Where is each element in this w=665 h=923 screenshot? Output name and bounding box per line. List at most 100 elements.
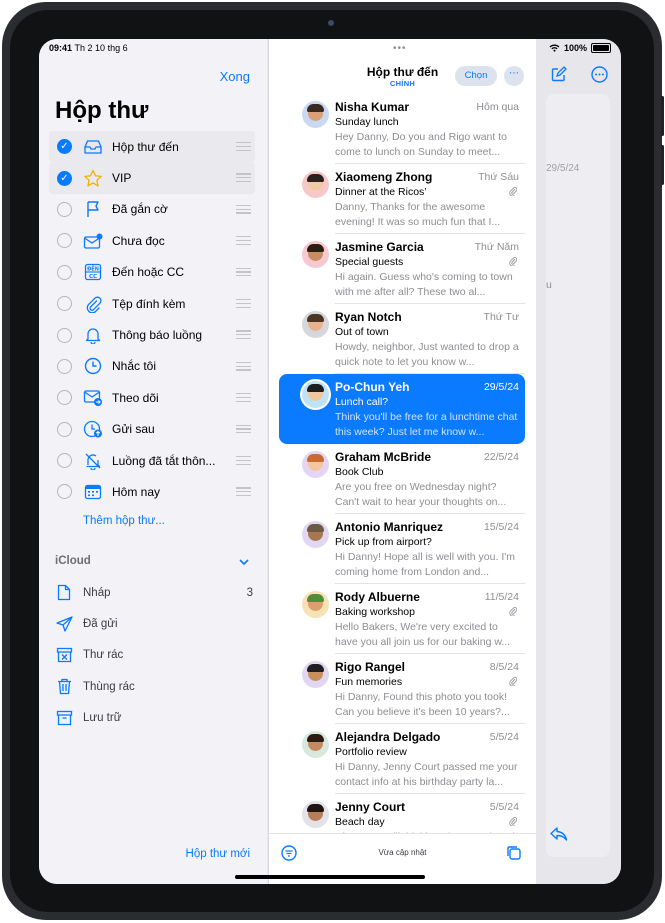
message-row[interactable]: Rigo Rangel 8/5/24 Fun memories Hi Danny, F… xyxy=(279,654,525,724)
sender-name: Jenny Court xyxy=(335,800,406,814)
mailbox-item[interactable]: Nhắc tôi xyxy=(53,351,255,382)
unchecked-circle-icon[interactable] xyxy=(57,296,72,312)
mailbox-item[interactable]: Đã gắn cờ xyxy=(53,194,255,225)
star-icon xyxy=(82,169,104,187)
sender-name: Po-Chun Yeh xyxy=(335,380,410,394)
ellipsis-circle-icon[interactable] xyxy=(591,66,608,88)
avatar-hair xyxy=(307,174,324,182)
mailbox-item[interactable]: ✓ VIP xyxy=(49,162,255,194)
message-row[interactable]: Alejandra Delgado 5/5/24 Portfolio review H… xyxy=(279,724,525,794)
mailbox-item[interactable]: Hôm nay xyxy=(53,476,255,507)
reorder-grip-icon[interactable] xyxy=(236,424,251,436)
avatar-hair xyxy=(307,804,324,812)
icloud-mailbox-item[interactable]: Thư rác xyxy=(55,640,255,671)
unread-envelope-icon xyxy=(82,233,104,249)
junk-icon xyxy=(55,647,73,663)
avatar xyxy=(302,521,329,548)
mailbox-label: Theo dõi xyxy=(112,390,159,405)
icloud-mailbox-item[interactable]: Đã gửi xyxy=(55,608,255,639)
unchecked-circle-icon[interactable] xyxy=(57,264,72,280)
mailbox-label: Hộp thư đến xyxy=(112,139,179,154)
message-row-selected[interactable]: Po-Chun Yeh 29/5/24 Lunch call? Think you'l… xyxy=(279,374,525,444)
unchecked-circle-icon[interactable] xyxy=(57,358,72,374)
mailbox-item[interactable]: Chưa đọc xyxy=(53,225,255,256)
unchecked-circle-icon[interactable] xyxy=(57,390,72,406)
message-row[interactable]: Graham McBride 22/5/24 Book Club Are you fr… xyxy=(279,444,525,514)
mailbox-label: Gửi sau xyxy=(112,422,155,437)
unchecked-circle-icon[interactable] xyxy=(57,233,72,249)
avatar-hair xyxy=(307,104,324,112)
reorder-grip-icon[interactable] xyxy=(236,393,251,404)
message-date: 5/5/24 xyxy=(489,801,519,813)
reorder-grip-icon[interactable] xyxy=(236,487,251,498)
icloud-mailbox-item[interactable]: Lưu trữ xyxy=(55,703,255,734)
front-camera xyxy=(328,20,334,26)
done-button[interactable]: Xong xyxy=(220,69,250,84)
icloud-mailbox-item[interactable]: Thùng rác xyxy=(55,671,255,702)
message-row[interactable]: Xiaomeng Zhong Thứ Sáu Dinner at the Ricos… xyxy=(279,164,525,234)
unchecked-circle-icon[interactable] xyxy=(57,453,72,469)
trash-icon xyxy=(55,678,73,695)
attachment-icon xyxy=(509,816,518,828)
unchecked-circle-icon[interactable] xyxy=(57,421,72,437)
mailbox-item[interactable]: Gửi sau xyxy=(53,414,255,445)
icloud-mailbox-item[interactable]: Nháp 3 xyxy=(55,577,255,608)
mailbox-item[interactable]: Thông báo luồng xyxy=(53,319,255,350)
message-row[interactable]: Antonio Manriquez 15/5/24 Pick up from air… xyxy=(279,514,525,584)
mailbox-count: 3 xyxy=(246,586,253,599)
checkmark-icon[interactable]: ✓ xyxy=(57,170,72,186)
reorder-grip-icon[interactable] xyxy=(236,173,251,184)
message-subject: Pick up from airport? xyxy=(335,536,432,548)
paperclip-icon xyxy=(82,295,104,313)
mailbox-item[interactable]: Theo dõi xyxy=(53,382,255,413)
reorder-grip-icon[interactable] xyxy=(236,142,251,153)
reorder-grip-icon[interactable] xyxy=(236,455,251,467)
message-subject: Out of town xyxy=(335,326,389,338)
icloud-section-title[interactable]: iCloud xyxy=(55,555,91,567)
checkmark-icon[interactable]: ✓ xyxy=(57,139,72,155)
new-mailbox-button[interactable]: Hộp thư mới xyxy=(186,848,250,860)
battery-icon xyxy=(591,43,611,53)
mailbox-label: Tệp đính kèm xyxy=(112,296,186,311)
select-button[interactable]: Chọn xyxy=(455,66,497,86)
more-icon[interactable]: ⋯ xyxy=(504,66,524,86)
mailbox-item[interactable]: ĐẾN CC Đến hoặc CC xyxy=(53,257,255,288)
follow-up-icon xyxy=(82,389,104,407)
unchecked-circle-icon[interactable] xyxy=(57,327,72,343)
multitasking-dots[interactable]: ••• xyxy=(393,43,407,54)
message-row[interactable]: Jasmine Garcia Thứ Năm Special guests Hi ag… xyxy=(279,234,525,304)
compose-icon[interactable] xyxy=(551,66,567,87)
reading-pane: 100% 29/5/24 u xyxy=(536,39,621,884)
compose-stack-icon[interactable] xyxy=(506,845,522,866)
reorder-grip-icon[interactable] xyxy=(236,236,251,247)
status-indicators: 100% xyxy=(549,43,611,53)
message-row[interactable]: Jenny Court5/5/24Beach dayHi Danny, Stil… xyxy=(279,794,525,834)
reorder-grip-icon[interactable] xyxy=(236,204,251,216)
message-preview: Are you free on Wednesday night? Can't w… xyxy=(335,481,507,508)
unchecked-circle-icon[interactable] xyxy=(57,201,72,217)
message-preview: Howdy, neighbor, Just wanted to drop a q… xyxy=(335,341,519,368)
mailbox-item[interactable]: Luồng đã tắt thôn... xyxy=(53,445,255,476)
mailbox-item[interactable]: ✓ Hộp thư đến xyxy=(49,131,255,163)
sender-name: Nisha Kumar xyxy=(335,100,410,114)
reply-icon[interactable] xyxy=(550,827,568,846)
chevron-down-icon[interactable] xyxy=(239,553,249,571)
reorder-grip-icon[interactable] xyxy=(236,298,251,310)
status-date: Th 2 10 thg 6 xyxy=(74,43,128,53)
message-row[interactable]: Nisha Kumar Hôm qua Sunday lunch Hey Danny,… xyxy=(279,94,525,164)
battery-percent: 100% xyxy=(563,43,587,53)
home-indicator[interactable] xyxy=(235,875,425,879)
reorder-grip-icon[interactable] xyxy=(236,361,251,373)
reorder-grip-icon[interactable] xyxy=(236,330,251,341)
message-row[interactable]: Ryan Notch Thứ Tư Out of town Howdy, neighb… xyxy=(279,304,525,374)
screen: 09:41 Th 2 10 thg 6 Xong Hộp thư ✓ Hộp th… xyxy=(39,39,621,884)
message-preview: Hi Danny, Jenny Court passed me your con… xyxy=(335,761,518,788)
reorder-grip-icon[interactable] xyxy=(236,267,251,279)
avatar xyxy=(302,591,329,618)
message-row[interactable]: Rody Albuerne 11/5/24 Baking workshop Hello… xyxy=(279,584,525,654)
avatar-hair xyxy=(307,734,324,742)
add-mailbox-button[interactable]: Thêm hộp thư... xyxy=(83,515,165,527)
mailbox-item[interactable]: Tệp đính kèm xyxy=(53,288,255,319)
avatar xyxy=(302,731,329,758)
unchecked-circle-icon[interactable] xyxy=(57,484,72,500)
